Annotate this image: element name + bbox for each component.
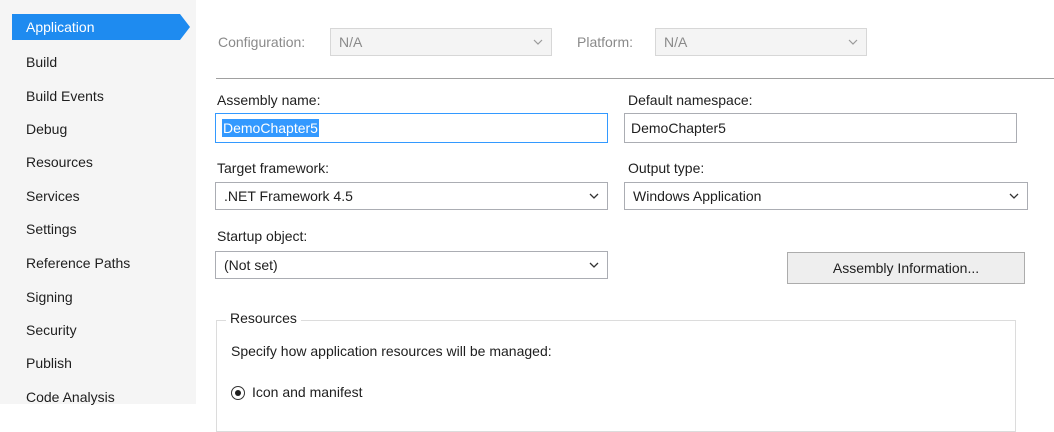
sidebar-item-settings[interactable]: Settings	[26, 217, 77, 241]
icon-and-manifest-label[interactable]: Icon and manifest	[252, 384, 363, 400]
sidebar-item-build[interactable]: Build	[26, 50, 57, 74]
default-namespace-value: DemoChapter5	[631, 120, 726, 136]
output-type-value: Windows Application	[633, 188, 762, 204]
resources-description: Specify how application resources will b…	[231, 343, 552, 359]
platform-dropdown[interactable]: N/A	[655, 28, 867, 56]
resources-groupbox	[216, 320, 1016, 432]
sidebar-item-publish[interactable]: Publish	[26, 351, 72, 375]
chevron-down-icon	[533, 29, 543, 55]
chevron-down-icon	[1009, 183, 1019, 209]
default-namespace-input[interactable]: DemoChapter5	[624, 113, 1017, 143]
assembly-name-value: DemoChapter5	[222, 119, 319, 137]
target-framework-dropdown[interactable]: .NET Framework 4.5	[215, 182, 608, 210]
sidebar-item-debug[interactable]: Debug	[26, 117, 67, 141]
assembly-name-input[interactable]: DemoChapter5	[215, 113, 608, 143]
header-separator	[216, 78, 1054, 79]
resources-group-title: Resources	[226, 310, 301, 326]
output-type-label: Output type:	[628, 160, 705, 176]
sidebar-item-signing[interactable]: Signing	[26, 285, 73, 309]
sidebar-item-application[interactable]: Application	[12, 14, 190, 40]
chevron-down-icon	[848, 29, 858, 55]
assembly-name-label: Assembly name:	[217, 92, 321, 108]
sidebar-item-security[interactable]: Security	[26, 318, 77, 342]
project-properties-sidebar: Application Build Build Events Debug Res…	[0, 0, 196, 405]
target-framework-label: Target framework:	[217, 160, 330, 176]
icon-and-manifest-radio[interactable]	[231, 386, 245, 400]
output-type-dropdown[interactable]: Windows Application	[624, 182, 1028, 210]
platform-label: Platform:	[577, 34, 634, 50]
configuration-label: Configuration:	[218, 34, 306, 50]
sidebar-item-reference-paths[interactable]: Reference Paths	[26, 251, 130, 275]
sidebar-item-code-analysis[interactable]: Code Analysis	[26, 385, 115, 409]
assembly-information-button[interactable]: Assembly Information...	[787, 252, 1025, 284]
target-framework-value: .NET Framework 4.5	[224, 188, 353, 204]
configuration-dropdown[interactable]: N/A	[330, 28, 552, 56]
chevron-down-icon	[589, 252, 599, 278]
startup-object-label: Startup object:	[217, 228, 308, 244]
configuration-value: N/A	[339, 34, 363, 50]
sidebar-item-build-events[interactable]: Build Events	[26, 84, 104, 108]
sidebar-item-resources[interactable]: Resources	[26, 150, 93, 174]
chevron-down-icon	[589, 183, 599, 209]
startup-object-value: (Not set)	[224, 257, 278, 273]
startup-object-dropdown[interactable]: (Not set)	[215, 251, 608, 279]
sidebar-item-services[interactable]: Services	[26, 184, 80, 208]
default-namespace-label: Default namespace:	[628, 92, 753, 108]
platform-value: N/A	[664, 34, 688, 50]
